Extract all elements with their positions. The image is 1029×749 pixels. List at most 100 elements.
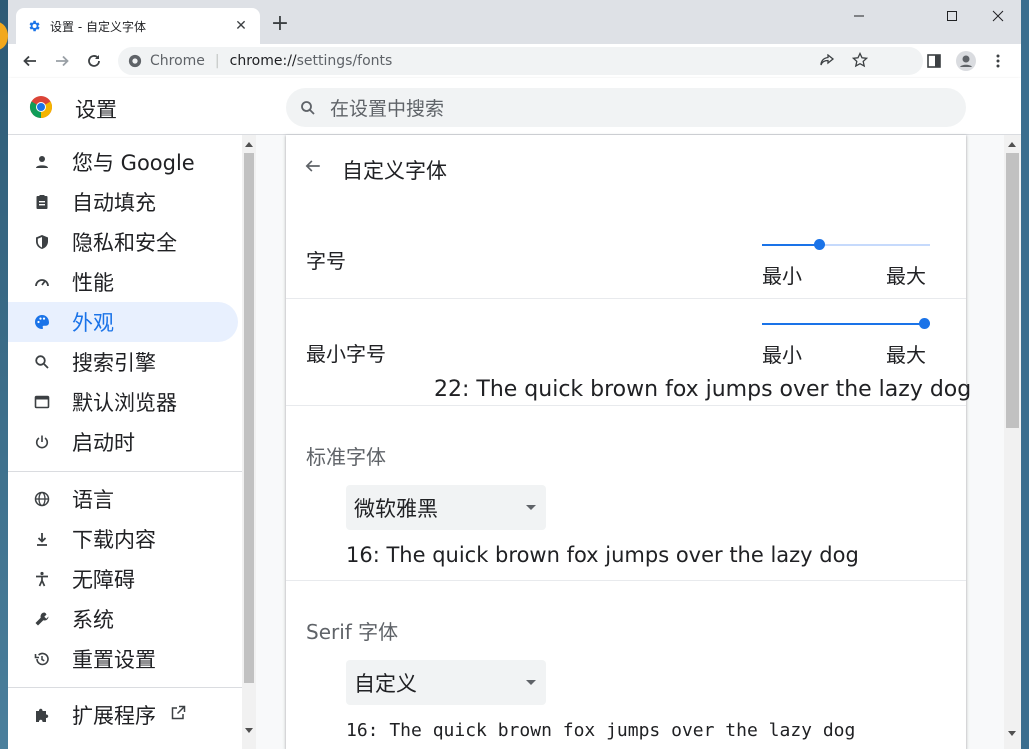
standard-font-select[interactable]: 微软雅黑 xyxy=(346,485,546,530)
search-icon xyxy=(301,100,315,115)
slider-knob[interactable] xyxy=(919,318,930,329)
new-tab-button[interactable]: + xyxy=(268,12,292,36)
sidebar-item-label: 扩展程序 xyxy=(72,704,156,728)
serif-font-sample: 16: The quick brown fox jumps over the l… xyxy=(346,720,856,741)
bookmark-star-icon[interactable] xyxy=(851,51,869,72)
sidebar-item-search-engine[interactable]: 搜索引擎 xyxy=(8,342,238,382)
accessibility-icon xyxy=(32,569,52,589)
power-icon xyxy=(32,432,52,452)
chrome-logo-icon xyxy=(30,96,52,118)
back-arrow-icon[interactable] xyxy=(304,157,324,177)
font-size-slider[interactable] xyxy=(762,235,930,255)
sidebar-item-label: 外观 xyxy=(72,311,114,335)
person-icon xyxy=(32,152,52,172)
close-window-button[interactable] xyxy=(975,4,1021,28)
row-divider xyxy=(286,580,966,581)
clipboard-icon xyxy=(32,192,52,212)
minimize-button[interactable] xyxy=(836,4,882,28)
arrow-right-icon xyxy=(56,55,69,67)
search-icon xyxy=(32,352,52,372)
reload-button[interactable] xyxy=(82,49,106,73)
profile-button[interactable] xyxy=(954,49,978,73)
url-path: settings/fonts xyxy=(296,53,393,69)
maximize-button[interactable] xyxy=(929,4,975,28)
sidebar-item-label: 隐私和安全 xyxy=(72,231,177,255)
slider-min-label: 最小 xyxy=(762,343,802,367)
tab-title: 设置 - 自定义字体 xyxy=(50,19,146,34)
sidebar-item-privacy[interactable]: 隐私和安全 xyxy=(8,222,238,262)
sidebar-item-appearance[interactable]: 外观 xyxy=(8,302,238,342)
tab-close-icon[interactable]: ✕ xyxy=(232,18,250,34)
settings-search-input[interactable]: 在设置中搜索 xyxy=(286,88,966,127)
avatar-icon xyxy=(956,51,976,71)
serif-font-label: Serif 字体 xyxy=(306,620,399,644)
sidebar-item-default-browser[interactable]: 默认浏览器 xyxy=(8,382,238,422)
sidebar-item-languages[interactable]: 语言 xyxy=(8,479,238,519)
sidebar-divider xyxy=(8,687,242,688)
page-title: 自定义字体 xyxy=(342,159,447,183)
min-font-size-label: 最小字号 xyxy=(306,342,386,366)
sidebar-item-on-startup[interactable]: 启动时 xyxy=(8,422,238,462)
wrench-icon xyxy=(32,609,52,629)
side-panel-button[interactable] xyxy=(922,49,946,73)
sidebar-item-label: 重置设置 xyxy=(72,648,156,672)
sidebar-scrollbar-thumb[interactable] xyxy=(244,153,254,683)
menu-button[interactable] xyxy=(986,49,1010,73)
main-scrollbar-thumb[interactable] xyxy=(1006,153,1019,428)
fonts-settings-card: 自定义字体 字号 最小 最大 最小字号 最小 最大 22: The quick … xyxy=(286,135,971,749)
sidebar-item-performance[interactable]: 性能 xyxy=(8,262,238,302)
sidebar-item-label: 无障碍 xyxy=(72,568,135,592)
sidebar-item-label: 系统 xyxy=(72,608,114,632)
font-size-label: 字号 xyxy=(306,249,346,273)
chevron-down-icon xyxy=(526,505,536,510)
slider-max-label: 最大 xyxy=(886,343,926,367)
gear-icon xyxy=(26,18,42,34)
sidebar-scroll-up-icon[interactable] xyxy=(245,142,253,147)
forward-button[interactable] xyxy=(50,49,74,73)
url-separator: | xyxy=(214,53,220,69)
sidebar-item-reset[interactable]: 重置设置 xyxy=(8,639,238,679)
slider-knob[interactable] xyxy=(814,239,825,250)
globe-icon xyxy=(32,489,52,509)
settings-sidebar: 您与 Google 自动填充 隐私和安全 性能 外观 搜索引擎 默认浏览器 启动… xyxy=(8,135,242,749)
sidebar-item-you-and-google[interactable]: 您与 Google xyxy=(8,142,238,182)
sidebar-item-system[interactable]: 系统 xyxy=(8,599,238,639)
sidebar-item-label: 自动填充 xyxy=(72,191,156,215)
sidebar-item-label: 默认浏览器 xyxy=(72,391,177,415)
sidebar-item-label: 性能 xyxy=(72,271,114,295)
sidebar-item-downloads[interactable]: 下载内容 xyxy=(8,519,238,559)
min-font-size-slider[interactable] xyxy=(762,314,930,334)
minimize-icon xyxy=(854,15,864,17)
url-host: chrome:// xyxy=(229,53,297,69)
site-chip: Chrome xyxy=(150,53,205,69)
reload-icon xyxy=(88,55,100,67)
title-bar: 设置 - 自定义字体 ✕ + xyxy=(8,0,1021,44)
address-bar[interactable]: Chrome | chrome:// settings/fonts xyxy=(118,47,923,75)
arrow-left-icon xyxy=(23,55,36,67)
standard-font-sample: 16: The quick brown fox jumps over the l… xyxy=(346,543,859,567)
slider-fill xyxy=(762,244,819,246)
side-panel-icon xyxy=(927,54,941,68)
search-placeholder: 在设置中搜索 xyxy=(330,98,445,120)
sidebar-item-autofill[interactable]: 自动填充 xyxy=(8,182,238,222)
slider-min-label: 最小 xyxy=(762,264,802,288)
desktop-background xyxy=(0,0,8,749)
serif-font-select[interactable]: 自定义 xyxy=(346,660,546,705)
back-button[interactable] xyxy=(18,49,42,73)
browser-tab[interactable]: 设置 - 自定义字体 ✕ xyxy=(16,8,260,44)
main-scroll-up-icon[interactable] xyxy=(1008,142,1016,147)
main-scroll-down-icon[interactable] xyxy=(1008,731,1016,736)
more-vert-icon xyxy=(996,54,1000,68)
sidebar-item-extensions[interactable]: 扩展程序 xyxy=(8,695,238,735)
row-divider xyxy=(286,298,966,299)
sidebar-item-accessibility[interactable]: 无障碍 xyxy=(8,559,238,599)
sidebar-scroll-down-icon[interactable] xyxy=(245,728,253,733)
share-icon[interactable] xyxy=(819,53,835,72)
sidebar-divider xyxy=(8,471,242,472)
restore-icon xyxy=(32,649,52,669)
sidebar-item-label: 语言 xyxy=(72,488,114,512)
download-icon xyxy=(32,529,52,549)
settings-header: 设置 在设置中搜索 xyxy=(8,78,1021,135)
speedometer-icon xyxy=(32,272,52,292)
open-in-new-icon xyxy=(170,705,186,725)
